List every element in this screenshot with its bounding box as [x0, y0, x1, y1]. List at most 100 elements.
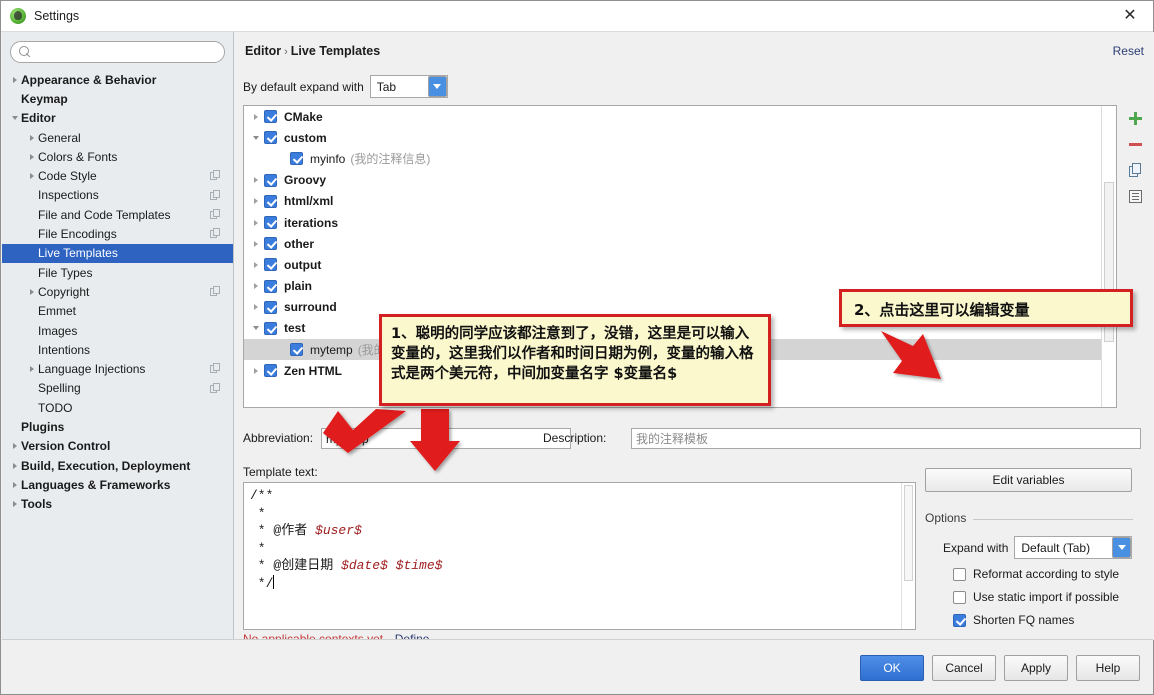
editor-scrollbar[interactable] — [901, 483, 915, 629]
search-box[interactable] — [10, 41, 225, 63]
template-enabled-checkbox[interactable] — [264, 110, 277, 124]
template-group-row[interactable]: custom — [244, 127, 1116, 148]
cancel-button[interactable]: Cancel — [932, 655, 996, 681]
sidebar-item-images[interactable]: Images — [2, 321, 233, 340]
search-icon — [19, 46, 31, 58]
change-context-icon[interactable] — [1121, 183, 1149, 209]
sidebar-item-emmet[interactable]: Emmet — [2, 302, 233, 321]
template-enabled-checkbox[interactable] — [264, 258, 277, 272]
template-group-row[interactable]: myinfo (我的注释信息) — [244, 148, 1116, 169]
chevron-right-icon[interactable] — [248, 240, 264, 247]
template-group-row[interactable]: iterations — [244, 212, 1116, 233]
editor-scrollbar-thumb[interactable] — [904, 485, 913, 581]
chevron-right-icon[interactable] — [248, 113, 264, 120]
project-scope-icon — [210, 209, 221, 220]
sidebar-item-intentions[interactable]: Intentions — [2, 340, 233, 359]
edit-variables-button[interactable]: Edit variables — [925, 468, 1132, 492]
default-expand-combo[interactable]: Tab — [369, 75, 448, 98]
chevron-right-icon[interactable] — [248, 177, 264, 184]
abbreviation-input[interactable] — [321, 428, 571, 449]
sidebar-item-language-injections[interactable]: Language Injections — [2, 359, 233, 378]
chevron-right-icon[interactable] — [8, 76, 21, 83]
sidebar-item-colors-fonts[interactable]: Colors & Fonts — [2, 147, 233, 166]
sidebar-item-plugins[interactable]: Plugins — [2, 417, 233, 436]
chevron-right-icon[interactable] — [25, 288, 38, 295]
chevron-down-icon[interactable] — [8, 116, 21, 121]
sidebar-item-spelling[interactable]: Spelling — [2, 379, 233, 398]
breadcrumb-parent[interactable]: Editor — [245, 44, 281, 58]
sidebar-item-copyright[interactable]: Copyright — [2, 282, 233, 301]
chevron-right-icon[interactable] — [248, 304, 264, 311]
sidebar-item-appearance-behavior[interactable]: Appearance & Behavior — [2, 70, 233, 89]
close-icon[interactable]: ✕ — [1107, 1, 1153, 31]
sidebar-item-languages-frameworks[interactable]: Languages & Frameworks — [2, 475, 233, 494]
sidebar-item-keymap[interactable]: Keymap — [2, 89, 233, 108]
template-group-row[interactable]: other — [244, 233, 1116, 254]
option-shorten-fq-row[interactable]: Shorten FQ names — [953, 613, 1074, 627]
remove-icon[interactable] — [1121, 131, 1149, 157]
description-input[interactable] — [631, 428, 1141, 449]
template-enabled-checkbox[interactable] — [264, 279, 277, 293]
static-import-checkbox[interactable] — [953, 590, 966, 604]
ok-button[interactable]: OK — [860, 655, 924, 681]
search-input[interactable] — [36, 44, 216, 60]
template-group-row[interactable]: Groovy — [244, 170, 1116, 191]
chevron-right-icon[interactable] — [8, 443, 21, 450]
sidebar-item-file-types[interactable]: File Types — [2, 263, 233, 282]
chevron-down-icon[interactable] — [248, 326, 264, 331]
sidebar-item-build-execution-deployment[interactable]: Build, Execution, Deployment — [2, 456, 233, 475]
template-text-code[interactable]: /** * * @作者 $user$ * * @创建日期 $date$ $tim… — [244, 483, 915, 596]
template-enabled-checkbox[interactable] — [290, 343, 303, 357]
apply-button[interactable]: Apply — [1004, 655, 1068, 681]
template-enabled-checkbox[interactable] — [264, 131, 277, 145]
add-icon[interactable] — [1121, 105, 1149, 131]
sidebar-item-file-encodings[interactable]: File Encodings — [2, 224, 233, 243]
template-enabled-checkbox[interactable] — [264, 300, 277, 314]
reset-link[interactable]: Reset — [1113, 44, 1144, 58]
chevron-right-icon[interactable] — [248, 261, 264, 268]
sidebar-item-inspections[interactable]: Inspections — [2, 186, 233, 205]
template-group-row[interactable]: html/xml — [244, 191, 1116, 212]
chevron-down-icon[interactable] — [427, 76, 447, 97]
chevron-right-icon[interactable] — [25, 173, 38, 180]
sidebar-item-label: Editor — [21, 111, 56, 126]
option-static-import-row[interactable]: Use static import if possible — [953, 590, 1119, 604]
template-enabled-checkbox[interactable] — [264, 173, 277, 187]
sidebar-item-editor[interactable]: Editor — [2, 109, 233, 128]
template-enabled-checkbox[interactable] — [264, 364, 277, 378]
reformat-checkbox[interactable] — [953, 567, 966, 581]
shorten-fq-checkbox[interactable] — [953, 613, 966, 627]
chevron-right-icon[interactable] — [25, 153, 38, 160]
sidebar-item-file-and-code-templates[interactable]: File and Code Templates — [2, 205, 233, 224]
chevron-right-icon[interactable] — [8, 462, 21, 469]
template-enabled-checkbox[interactable] — [264, 216, 277, 230]
chevron-down-icon[interactable] — [248, 135, 264, 140]
chevron-right-icon[interactable] — [8, 481, 21, 488]
template-text-editor[interactable]: /** * * @作者 $user$ * * @创建日期 $date$ $tim… — [243, 482, 916, 630]
duplicate-icon[interactable] — [1121, 157, 1149, 183]
template-enabled-checkbox[interactable] — [290, 152, 303, 166]
chevron-right-icon[interactable] — [248, 198, 264, 205]
sidebar-item-todo[interactable]: TODO — [2, 398, 233, 417]
chevron-right-icon[interactable] — [248, 367, 264, 374]
sidebar-item-version-control[interactable]: Version Control — [2, 437, 233, 456]
template-enabled-checkbox[interactable] — [264, 321, 277, 335]
chevron-down-icon[interactable] — [1112, 537, 1132, 558]
sidebar-item-general[interactable]: General — [2, 128, 233, 147]
help-button[interactable]: Help — [1076, 655, 1140, 681]
sidebar-item-live-templates[interactable]: Live Templates — [2, 243, 233, 263]
template-enabled-checkbox[interactable] — [264, 237, 277, 251]
template-group-row[interactable]: output — [244, 254, 1116, 275]
chevron-right-icon[interactable] — [25, 366, 38, 373]
template-group-row[interactable]: CMake — [244, 106, 1116, 127]
chevron-right-icon[interactable] — [248, 283, 264, 290]
sidebar-item-code-style[interactable]: Code Style — [2, 166, 233, 185]
chevron-right-icon[interactable] — [248, 219, 264, 226]
expand-with-combo[interactable]: Default (Tab) — [1014, 536, 1133, 559]
template-enabled-checkbox[interactable] — [264, 194, 277, 208]
chevron-right-icon[interactable] — [8, 501, 21, 508]
option-reformat-row[interactable]: Reformat according to style — [953, 567, 1119, 581]
chevron-right-icon[interactable] — [25, 134, 38, 141]
tree-scrollbar[interactable] — [1101, 106, 1116, 407]
sidebar-item-tools[interactable]: Tools — [2, 495, 233, 514]
